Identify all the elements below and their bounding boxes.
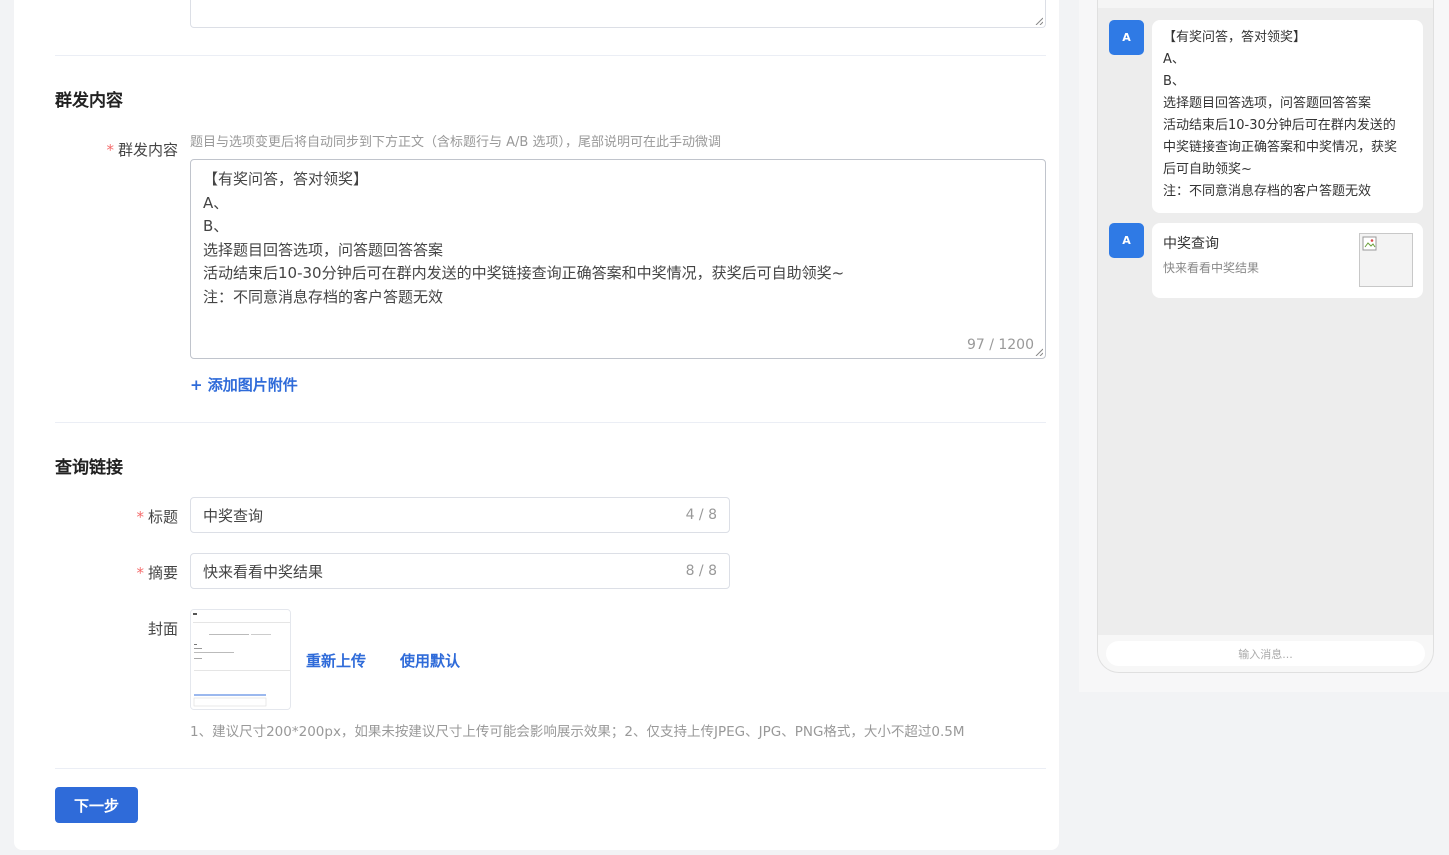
section-divider [55, 422, 1046, 423]
mass-content-counter: 97 / 1200 [966, 337, 1034, 353]
cover-upload-hint: 1、建议尺寸200*200px，如果未按建议尺寸上传可能会影响展示效果；2、仅支… [190, 724, 965, 740]
required-star: * [136, 508, 144, 526]
message-line: 后可自助领奖~ [1163, 162, 1252, 177]
required-star: * [136, 564, 144, 582]
mass-content-hint: 题目与选项变更后将自动同步到下方正文（含标题行与 A/B 选项），尾部说明可在此… [190, 135, 721, 150]
cover-label: 封面 [147, 620, 178, 638]
message-line: 注：不同意消息存档的客户答题无效 [1163, 184, 1372, 199]
link-title-value: 中奖查询 [203, 506, 264, 525]
cover-image-thumbnail[interactable] [190, 609, 291, 710]
broken-image-icon [1359, 233, 1413, 287]
content-line: A、 [203, 193, 229, 212]
message-bubble: 【有奖问答，答对领奖】 A、 B、 选择题目回答选项，问答题回答答案 活动结束后… [1152, 20, 1423, 213]
resize-handle-icon[interactable] [1035, 17, 1043, 25]
link-title-label: * 标题 [100, 506, 178, 527]
add-image-attachment-button[interactable]: + 添加图片附件 [190, 374, 298, 395]
phone-top-bar [1098, 0, 1433, 8]
phone-input-bar: 输入消息... [1098, 635, 1433, 672]
use-default-cover-button[interactable]: 使用默认 [400, 650, 460, 671]
link-summary-label-text: 摘要 [147, 564, 178, 582]
link-summary-value: 快来看看中奖结果 [203, 562, 324, 581]
mass-content-textarea[interactable]: 【有奖问答，答对领奖】 A、 B、 选择题目回答选项，问答题回答答案 活动结束后… [190, 159, 1046, 359]
cover-thumbnail-graphic [191, 610, 290, 709]
link-card-bubble[interactable]: 中奖查询 快来看看中奖结果 [1152, 223, 1423, 298]
content-line: B、 [203, 217, 229, 235]
phone-preview: A 【有奖问答，答对领奖】 A、 B、 选择题目回答选项，问答题回答答案 活动结… [1097, 0, 1434, 673]
content-line: 选择题目回答选项，问答题回答答案 [203, 240, 444, 259]
link-card-description: 快来看看中奖结果 [1163, 261, 1260, 275]
section-divider [55, 55, 1046, 56]
link-title-label-text: 标题 [147, 508, 178, 526]
link-card-title: 中奖查询 [1163, 236, 1219, 252]
resize-handle-icon[interactable] [1035, 348, 1043, 356]
reupload-cover-button[interactable]: 重新上传 [306, 650, 366, 671]
message-line: B、 [1163, 74, 1185, 89]
mass-content-section-title: 群发内容 [55, 91, 123, 111]
message-line: 中奖链接查询正确答案和中奖情况，获奖 [1163, 140, 1398, 155]
link-summary-label: * 摘要 [100, 562, 178, 583]
content-line: 活动结束后10-30分钟后可在群内发送的中奖链接查询正确答案和中奖情况，获奖后可… [203, 264, 845, 282]
link-title-counter: 4 / 8 [685, 507, 717, 523]
message-line: 【有奖问答，答对领奖】 [1163, 30, 1307, 45]
mass-content-label: * 群发内容 [100, 139, 178, 160]
content-line: 注：不同意消息存档的客户答题无效 [203, 287, 444, 306]
message-input[interactable]: 输入消息... [1106, 641, 1425, 666]
mass-content-label-text: 群发内容 [117, 141, 178, 159]
previous-textarea[interactable] [190, 0, 1046, 28]
message-line: A、 [1163, 52, 1185, 67]
section-divider [55, 768, 1046, 769]
sender-avatar: A [1109, 223, 1144, 258]
link-summary-input[interactable]: 快来看看中奖结果 8 / 8 [190, 553, 730, 589]
message-line: 选择题目回答选项，问答题回答答案 [1163, 96, 1372, 111]
required-star: * [106, 141, 114, 159]
link-title-input[interactable]: 中奖查询 4 / 8 [190, 497, 730, 533]
preview-panel: A 【有奖问答，答对领奖】 A、 B、 选择题目回答选项，问答题回答答案 活动结… [1079, 0, 1449, 692]
link-summary-counter: 8 / 8 [685, 563, 717, 579]
content-line: 【有奖问答，答对领奖】 [203, 170, 369, 188]
sender-avatar: A [1109, 20, 1144, 55]
message-line: 活动结束后10-30分钟后可在群内发送的 [1163, 118, 1396, 133]
next-step-button[interactable]: 下一步 [55, 787, 138, 823]
query-link-section-title: 查询链接 [55, 458, 123, 478]
form-card: 群发内容 * 群发内容 题目与选项变更后将自动同步到下方正文（含标题行与 A/B … [14, 0, 1059, 850]
